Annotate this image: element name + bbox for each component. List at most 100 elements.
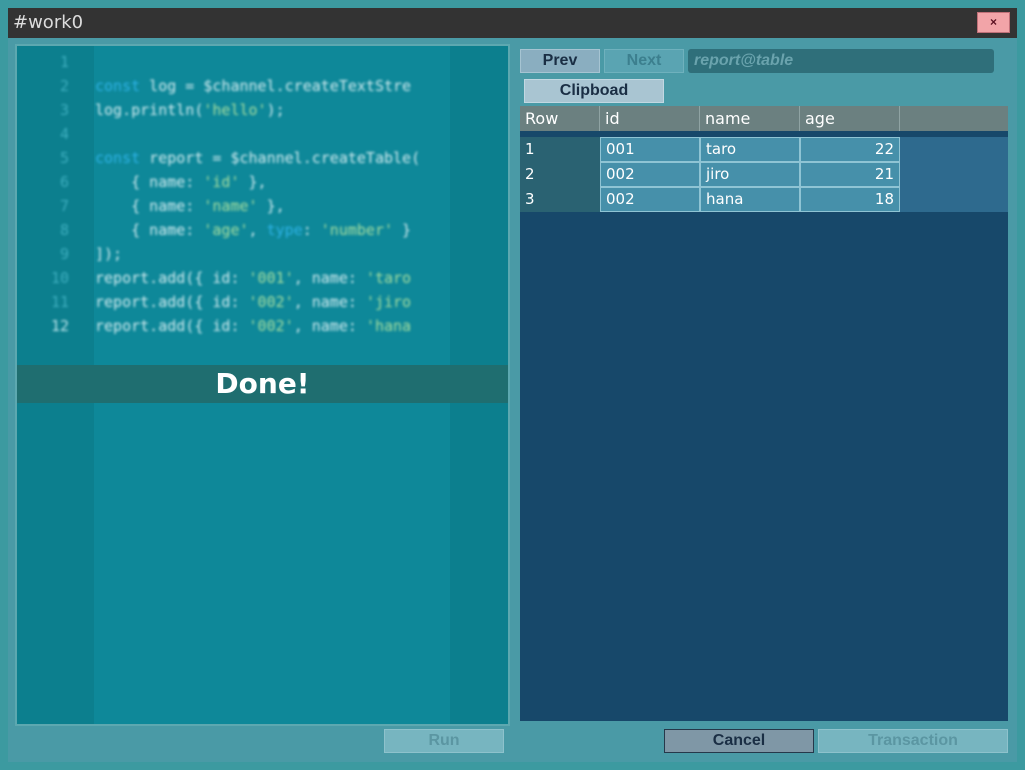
line-number: 5 [59,149,69,167]
status-overlay: Done! [17,365,508,403]
close-button[interactable]: × [977,12,1010,33]
column-header-name: name [700,106,800,131]
title-bar: #work0 × [8,8,1017,38]
code-text: report.add({ id: '001', name: 'taro [95,266,411,290]
code-line: 7 { name: 'name' }, [17,194,508,218]
line-number: 12 [50,317,69,335]
clipboard-button[interactable]: Clipboad [524,79,664,103]
code-text: { name: 'name' }, [95,194,285,218]
line-number: 3 [59,101,69,119]
row-number: 3 [520,187,600,212]
code-text: report.add({ id: '002', name: 'jiro [95,290,411,314]
code-token: report.add({ id: [95,269,249,287]
code-line: 8 { name: 'age', type: 'number' } [17,218,508,242]
code-line: 11 report.add({ id: '002', name: 'jiro [17,290,508,314]
code-token: report.add({ id: [95,293,249,311]
code-token: '002' [248,317,294,335]
code-token: } [393,221,412,239]
code-token: report = $channel.createTable( [140,149,421,167]
report-table[interactable]: Row id name age 1 001 taro 22 2 002 jiro 21 3 002… [520,106,1008,721]
code-line: 4 [17,122,508,146]
code-editor[interactable]: 1 2 const log = $channel.createTextStre 3 lo… [15,44,510,726]
code-text: const log = $channel.createTextStre [95,74,411,98]
line-number: 1 [59,53,69,71]
code-token: 'taro [365,269,412,287]
table-row[interactable]: 1 001 taro 22 [520,137,1008,162]
cell-age[interactable]: 18 [800,187,900,212]
code-token: { name: [95,197,204,215]
code-token: ); [266,101,285,119]
table-row[interactable]: 2 002 jiro 21 [520,162,1008,187]
code-token: 'jiro [365,293,412,311]
code-token: }, [257,197,285,215]
next-button[interactable]: Next [604,49,684,73]
code-token: '001' [248,269,294,287]
report-name-label: report@table [688,49,994,73]
code-token: '002' [248,293,294,311]
code-token: : [302,221,321,239]
cell-name[interactable]: hana [700,187,800,212]
cell-id[interactable]: 002 [600,162,700,187]
code-token: log.println( [95,101,204,119]
line-number: 9 [59,245,69,263]
code-token: ]); [95,245,123,263]
work-window: #work0 × 1 2 const log = $channel.createTe… [8,8,1017,762]
column-header-row: Row [520,106,600,131]
column-header-id: id [600,106,700,131]
transaction-button[interactable]: Transaction [818,729,1008,753]
line-number: 11 [50,293,69,311]
code-line: 10 report.add({ id: '001', name: 'taro [17,266,508,290]
line-number: 10 [50,269,69,287]
row-number: 1 [520,137,600,162]
code-line: 12 report.add({ id: '002', name: 'hana [17,314,508,338]
cell-name[interactable]: jiro [700,162,800,187]
code-token: , name: [293,293,366,311]
code-token: , name: [293,269,366,287]
table-header: Row id name age [520,106,1008,131]
code-token: type [266,221,303,239]
code-text: log.println('hello'); [95,98,285,122]
line-number: 7 [59,197,69,215]
code-line: 1 [17,50,508,74]
cancel-button[interactable]: Cancel [664,729,814,753]
line-number: 2 [59,77,69,95]
prev-button[interactable]: Prev [520,49,600,73]
code-text: { name: 'age', type: 'number' } [95,218,411,242]
code-line: 6 { name: 'id' }, [17,170,508,194]
code-token: 'hana [365,317,412,335]
cell-age[interactable]: 21 [800,162,900,187]
code-line: 2 const log = $channel.createTextStre [17,74,508,98]
code-text: { name: 'id' }, [95,170,267,194]
run-button[interactable]: Run [384,729,504,753]
code-token: 'name' [203,197,258,215]
code-token: const [95,77,141,95]
code-text: const report = $channel.createTable( [95,146,420,170]
code-token: }, [239,173,267,191]
code-token: 'hello' [203,101,267,119]
row-number: 2 [520,162,600,187]
code-line: 9]); [17,242,508,266]
line-number: 8 [59,221,69,239]
code-token: report.add({ id: [95,317,249,335]
line-number: 4 [59,125,69,143]
code-token: { name: [95,173,204,191]
code-token: { name: [95,221,204,239]
cell-id[interactable]: 001 [600,137,700,162]
code-content: 1 2 const log = $channel.createTextStre 3 lo… [17,50,508,338]
code-text: report.add({ id: '002', name: 'hana [95,314,411,338]
cell-name[interactable]: taro [700,137,800,162]
code-token: 'age' [203,221,249,239]
window-title: #work0 [13,12,84,33]
code-token: , [248,221,267,239]
code-token: log = $channel.createTextStre [140,77,412,95]
code-line: 3 log.println('hello'); [17,98,508,122]
code-text: ]); [95,242,122,266]
code-token: 'number' [320,221,394,239]
cell-id[interactable]: 002 [600,187,700,212]
code-token: 'id' [203,173,240,191]
line-number: 6 [59,173,69,191]
cell-age[interactable]: 22 [800,137,900,162]
code-token: const [95,149,141,167]
code-line: 5 const report = $channel.createTable( [17,146,508,170]
table-row[interactable]: 3 002 hana 18 [520,187,1008,212]
